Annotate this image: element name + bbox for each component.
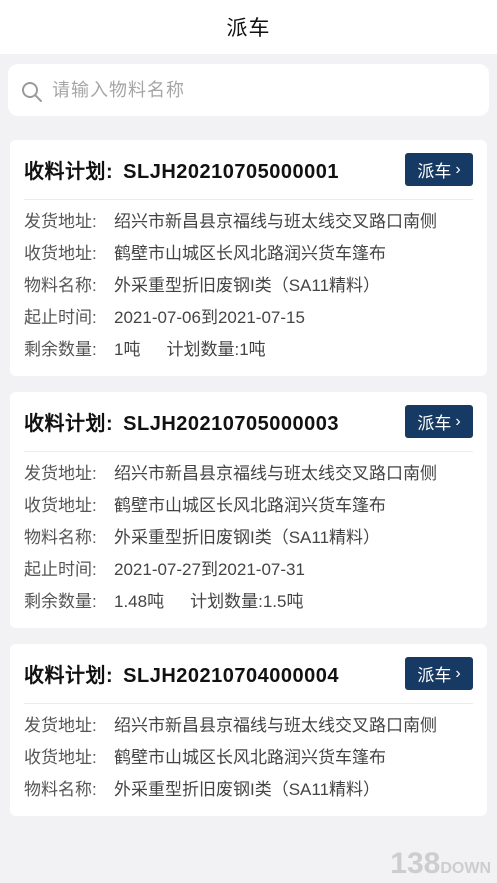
ship-address-row: 发货地址: 绍兴市新昌县京福线与班太线交叉路口南侧 xyxy=(24,206,473,238)
receive-address-value: 鹤壁市山城区长风北路润兴货车篷布 xyxy=(114,244,386,263)
dispatch-label: 派车 xyxy=(417,414,452,433)
page-title: 派车 xyxy=(226,17,271,40)
plan-card: 收料计划: SLJH20210705000003 派车 › 发货地址: 绍兴市新昌… xyxy=(10,392,487,628)
chevron-right-icon: › xyxy=(455,664,461,682)
receive-address-value: 鹤壁市山城区长风北路润兴货车篷布 xyxy=(114,748,386,767)
material-row: 物料名称: 外采重型折旧废钢I类（SA11精料） xyxy=(24,522,473,554)
remain-label: 剩余数量: xyxy=(24,340,97,359)
plan-title: 收料计划: SLJH20210705000003 xyxy=(24,407,339,436)
search-bar[interactable] xyxy=(8,64,489,116)
remain-value: 1吨 xyxy=(114,340,141,359)
chevron-right-icon: › xyxy=(455,160,461,178)
plan-title: 收料计划: SLJH20210705000001 xyxy=(24,155,339,184)
plan-label: 收料计划: xyxy=(24,665,114,687)
ship-address-row: 发货地址: 绍兴市新昌县京福线与班太线交叉路口南侧 xyxy=(24,710,473,742)
plan-number: SLJH20210705000001 xyxy=(123,161,340,183)
receive-address-label: 收货地址: xyxy=(24,496,97,515)
planned-label: 计划数量: xyxy=(190,592,263,611)
plan-label: 收料计划: xyxy=(24,413,114,435)
search-container xyxy=(0,54,497,116)
plan-number: SLJH20210705000003 xyxy=(123,413,340,435)
period-value: 2021-07-27到2021-07-31 xyxy=(114,560,305,579)
planned-value: 1.5吨 xyxy=(262,592,304,611)
material-value: 外采重型折旧废钢I类（SA11精料） xyxy=(114,276,381,295)
period-label: 起止时间: xyxy=(24,308,97,327)
receive-address-label: 收货地址: xyxy=(24,244,97,263)
material-value: 外采重型折旧废钢I类（SA11精料） xyxy=(114,528,381,547)
planned-label: 计划数量: xyxy=(166,340,240,359)
ship-address-label: 发货地址: xyxy=(24,212,97,231)
search-icon xyxy=(22,82,42,102)
ship-address-label: 发货地址: xyxy=(24,464,97,483)
search-input[interactable] xyxy=(52,70,489,110)
header: 派车 xyxy=(0,0,497,54)
period-row: 起止时间: 2021-07-06到2021-07-15 xyxy=(24,302,473,334)
receive-address-value: 鹤壁市山城区长风北路润兴货车篷布 xyxy=(114,496,386,515)
dispatch-button[interactable]: 派车 › xyxy=(405,153,473,186)
plan-list: 收料计划: SLJH20210705000001 派车 › 发货地址: 绍兴市新昌… xyxy=(0,140,497,816)
ship-address-value: 绍兴市新昌县京福线与班太线交叉路口南侧 xyxy=(114,716,437,735)
receive-address-row: 收货地址: 鹤壁市山城区长风北路润兴货车篷布 xyxy=(24,490,473,522)
ship-address-value: 绍兴市新昌县京福线与班太线交叉路口南侧 xyxy=(114,212,437,231)
card-details: 发货地址: 绍兴市新昌县京福线与班太线交叉路口南侧 收货地址: 鹤壁市山城区长风… xyxy=(24,200,473,366)
material-row: 物料名称: 外采重型折旧废钢I类（SA11精料） xyxy=(24,774,473,806)
card-details: 发货地址: 绍兴市新昌县京福线与班太线交叉路口南侧 收货地址: 鹤壁市山城区长风… xyxy=(24,704,473,806)
quantity-row: 剩余数量: 1吨 计划数量: 1吨 xyxy=(24,334,473,366)
plan-title: 收料计划: SLJH20210704000004 xyxy=(24,659,339,688)
period-row: 起止时间: 2021-07-27到2021-07-31 xyxy=(24,554,473,586)
plan-card: 收料计划: SLJH20210705000001 派车 › 发货地址: 绍兴市新昌… xyxy=(10,140,487,376)
remain-value: 1.48吨 xyxy=(114,592,165,611)
quantity-values: 1吨 计划数量: 1吨 xyxy=(114,337,473,363)
ship-address-label: 发货地址: xyxy=(24,716,97,735)
dispatch-label: 派车 xyxy=(417,162,452,181)
quantity-row: 剩余数量: 1.48吨 计划数量: 1.5吨 xyxy=(24,586,473,618)
material-value: 外采重型折旧废钢I类（SA11精料） xyxy=(114,780,381,799)
material-label: 物料名称: xyxy=(24,528,97,547)
plan-label: 收料计划: xyxy=(24,161,114,183)
ship-address-value: 绍兴市新昌县京福线与班太线交叉路口南侧 xyxy=(114,464,437,483)
chevron-right-icon: › xyxy=(455,412,461,430)
receive-address-label: 收货地址: xyxy=(24,748,97,767)
plan-number: SLJH20210704000004 xyxy=(123,665,340,687)
period-value: 2021-07-06到2021-07-15 xyxy=(114,308,305,327)
card-header: 收料计划: SLJH20210705000001 派车 › xyxy=(24,140,473,200)
card-details: 发货地址: 绍兴市新昌县京福线与班太线交叉路口南侧 收货地址: 鹤壁市山城区长风… xyxy=(24,452,473,618)
planned-value: 1吨 xyxy=(239,340,266,359)
dispatch-button[interactable]: 派车 › xyxy=(405,405,473,438)
period-label: 起止时间: xyxy=(24,560,97,579)
dispatch-button[interactable]: 派车 › xyxy=(405,657,473,690)
remain-label: 剩余数量: xyxy=(24,592,97,611)
receive-address-row: 收货地址: 鹤壁市山城区长风北路润兴货车篷布 xyxy=(24,742,473,774)
quantity-values: 1.48吨 计划数量: 1.5吨 xyxy=(114,589,473,615)
ship-address-row: 发货地址: 绍兴市新昌县京福线与班太线交叉路口南侧 xyxy=(24,458,473,490)
material-row: 物料名称: 外采重型折旧废钢I类（SA11精料） xyxy=(24,270,473,302)
watermark-logo: 138DOWN xyxy=(390,847,491,881)
material-label: 物料名称: xyxy=(24,276,97,295)
plan-card: 收料计划: SLJH20210704000004 派车 › 发货地址: 绍兴市新昌… xyxy=(10,644,487,816)
watermark-main: 138 xyxy=(390,847,441,880)
receive-address-row: 收货地址: 鹤壁市山城区长风北路润兴货车篷布 xyxy=(24,238,473,270)
card-header: 收料计划: SLJH20210704000004 派车 › xyxy=(24,644,473,704)
card-header: 收料计划: SLJH20210705000003 派车 › xyxy=(24,392,473,452)
watermark-sub: DOWN xyxy=(440,860,491,877)
dispatch-label: 派车 xyxy=(417,666,452,685)
material-label: 物料名称: xyxy=(24,780,97,799)
